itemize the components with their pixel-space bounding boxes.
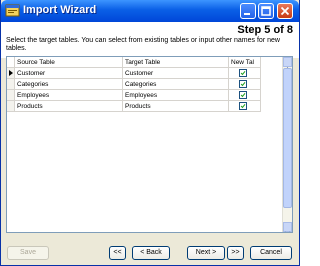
- row-selector[interactable]: [7, 79, 15, 90]
- new-table-cell: [229, 90, 261, 101]
- row-selector[interactable]: [7, 90, 15, 101]
- next-button[interactable]: Next >: [187, 246, 225, 260]
- wizard-app-icon: [5, 4, 20, 17]
- minimize-button[interactable]: [240, 3, 256, 19]
- new-table-cell: [229, 101, 261, 112]
- source-table-cell: Categories: [15, 79, 123, 90]
- close-button[interactable]: [277, 3, 293, 19]
- scroll-up-button[interactable]: [283, 57, 292, 72]
- scroll-thumb[interactable]: [283, 68, 292, 208]
- title-bar[interactable]: Import Wizard: [1, 0, 299, 22]
- last-step-button[interactable]: >>: [227, 246, 244, 260]
- target-table-cell[interactable]: Customer: [123, 68, 229, 79]
- window-title: Import Wizard: [23, 4, 97, 16]
- first-step-button[interactable]: <<: [109, 246, 126, 260]
- source-table-cell: Employees: [15, 90, 123, 101]
- target-table-cell[interactable]: Products: [123, 101, 229, 112]
- column-header-target[interactable]: Target Table: [123, 57, 229, 68]
- scroll-down-icon: [285, 231, 290, 232]
- close-icon: [280, 6, 290, 16]
- vertical-scrollbar[interactable]: [282, 57, 292, 232]
- table-row[interactable]: Employees Employees: [7, 90, 283, 101]
- save-button[interactable]: Save: [7, 246, 49, 260]
- row-selector[interactable]: [7, 101, 15, 112]
- source-table-cell: Customer: [15, 68, 123, 79]
- table-row[interactable]: Products Products: [7, 101, 283, 112]
- new-table-cell: [229, 79, 261, 90]
- new-table-checkbox[interactable]: [239, 69, 247, 77]
- source-table-cell: Products: [15, 101, 123, 112]
- step-indicator: Step 5 of 8: [237, 24, 293, 36]
- table-row[interactable]: Customer Customer: [7, 68, 283, 79]
- column-header-source[interactable]: Source Table: [15, 57, 123, 68]
- target-table-cell[interactable]: Employees: [123, 90, 229, 101]
- row-selector[interactable]: [7, 68, 15, 79]
- new-table-checkbox[interactable]: [239, 91, 247, 99]
- table-mapping-grid[interactable]: Source Table Target Table New Tal Custom…: [6, 56, 293, 233]
- column-header-new-table[interactable]: New Tal: [229, 57, 261, 68]
- import-wizard-window: Import Wizard Step 5 of 8 Select the tar…: [0, 0, 300, 266]
- maximize-icon: [261, 6, 271, 16]
- grid-header-row: Source Table Target Table New Tal: [7, 57, 283, 68]
- current-row-arrow-icon: [9, 70, 13, 76]
- new-table-checkbox[interactable]: [239, 80, 247, 88]
- wizard-header: Step 5 of 8 Select the target tables. Yo…: [1, 22, 299, 58]
- back-button[interactable]: < Back: [132, 246, 170, 260]
- target-table-cell[interactable]: Categories: [123, 79, 229, 90]
- scroll-down-button[interactable]: [283, 222, 292, 232]
- table-row[interactable]: Categories Categories: [7, 79, 283, 90]
- minimize-icon: [244, 13, 250, 15]
- cancel-button[interactable]: Cancel: [250, 246, 292, 260]
- new-table-cell: [229, 68, 261, 79]
- row-header-corner: [7, 57, 15, 68]
- new-table-checkbox[interactable]: [239, 102, 247, 110]
- instruction-text: Select the target tables. You can select…: [6, 37, 280, 52]
- maximize-button[interactable]: [258, 3, 274, 19]
